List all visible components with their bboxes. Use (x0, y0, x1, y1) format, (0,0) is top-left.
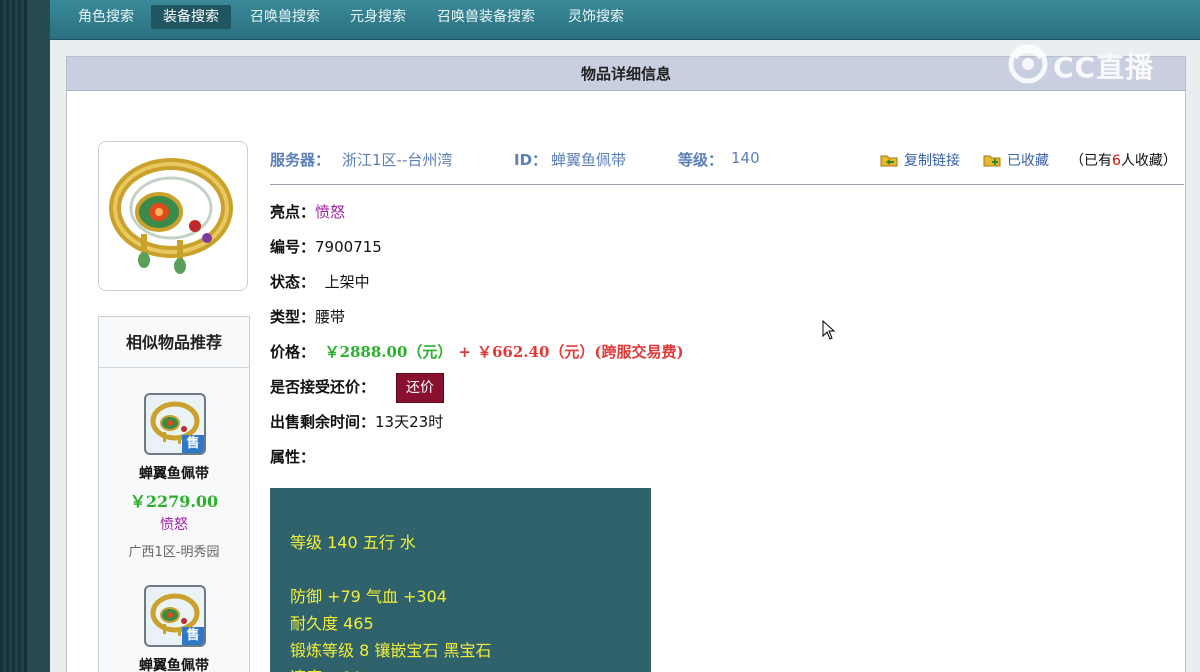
price-main: ￥2888.00（元） (324, 343, 453, 361)
attributes-label: 属性： (270, 448, 316, 466)
favorited-label: 已收藏 (1007, 153, 1049, 169)
status-value: 上架中 (324, 273, 370, 291)
attribute-line: 等级 140 五行 水 (290, 533, 416, 552)
id-label: ID： (514, 151, 548, 169)
price-cross-server-fee: ￥662.40（元）(跨服交易费) (477, 343, 684, 361)
nav-item-lingshi-search[interactable]: 灵饰搜索 (556, 5, 636, 29)
type-row: 类型：腰带 (270, 306, 345, 327)
haggle-label: 是否接受还价： (270, 378, 376, 396)
item-info-bar: 服务器： 浙江1区--台州湾 ID： 蝉翼鱼佩带 等级： 140 复制链接 已收… (270, 141, 1184, 185)
similar-item-thumbnail[interactable]: 售 (144, 393, 206, 455)
attribute-line: 锻炼等级 8 镶嵌宝石 黑宝石 (290, 641, 492, 660)
similar-item-highlight: 愤怒 (160, 517, 188, 533)
haggle-row: 是否接受还价： (270, 376, 375, 397)
nav-item-role-search[interactable]: 角色搜索 (66, 5, 146, 29)
serial-value: 7900715 (315, 238, 382, 256)
attributes-row: 属性： (270, 446, 315, 467)
similar-item-server: 广西1区-明秀园 (128, 545, 220, 560)
favorite-count-suffix: 人收藏） (1120, 153, 1177, 169)
left-rail (0, 0, 50, 672)
server-label: 服务器： (270, 151, 331, 169)
sale-badge: 售 (182, 435, 204, 453)
nav-item-summon-equipment-search[interactable]: 召唤兽装备搜索 (425, 5, 547, 29)
nav-item-summon-search[interactable]: 召唤兽搜索 (238, 5, 332, 29)
folder-add-icon (983, 155, 1001, 167)
level-label: 等级： (678, 151, 724, 169)
highlight-label: 亮点： (270, 203, 316, 221)
cc-live-watermark: CC直播 (1005, 40, 1165, 86)
item-image (98, 141, 248, 291)
favorite-count-number: 6 (1112, 153, 1121, 169)
attribute-line: 耐久度 465 (290, 614, 374, 633)
type-label: 类型： (270, 308, 316, 326)
attribute-line: 防御 +79 气血 +304 (290, 587, 447, 606)
similar-item-price: ￥2279.00 (129, 492, 219, 511)
remaining-time-label: 出售剩余时间： (270, 413, 376, 431)
copy-link-button[interactable]: 复制链接 (880, 150, 960, 170)
similar-item-thumbnail[interactable]: 售 (144, 585, 206, 647)
similar-item-name[interactable]: 蝉翼鱼佩带 (99, 463, 249, 483)
price-plus: + (458, 343, 471, 361)
price-row: 价格： ￥2888.00（元） + ￥662.40（元）(跨服交易费) (270, 341, 684, 362)
watermark-text: CC直播 (1053, 51, 1155, 84)
favorited-button[interactable]: 已收藏 (983, 150, 1049, 170)
top-navigation: 角色搜索 装备搜索 召唤兽搜索 元身搜索 召唤兽装备搜索 灵饰搜索 (50, 0, 1200, 40)
attribute-line: 速度 +64 (290, 664, 361, 672)
haggle-button[interactable]: 还价 (396, 373, 444, 403)
folder-link-icon (880, 155, 898, 167)
status-label: 状态： (270, 273, 316, 291)
highlight-value: 愤怒 (315, 203, 346, 221)
serial-row: 编号：7900715 (270, 236, 382, 257)
nav-item-equipment-search[interactable]: 装备搜索 (151, 5, 231, 29)
cc-logo-icon (1008, 44, 1048, 84)
attributes-box: 等级 140 五行 水 防御 +79 气血 +304 耐久度 465 锻炼等级 … (270, 488, 651, 672)
id-value: 蝉翼鱼佩带 (551, 151, 627, 169)
similar-item-name[interactable]: 蝉翼鱼佩带 (99, 655, 249, 672)
type-value: 腰带 (315, 308, 346, 326)
favorite-count-prefix: （已有 (1070, 153, 1112, 169)
nav-item-yuanshen-search[interactable]: 元身搜索 (338, 5, 418, 29)
level-value: 140 (731, 149, 760, 167)
highlight-row: 亮点：愤怒 (270, 201, 345, 222)
price-label: 价格： (270, 343, 316, 361)
similar-items-title: 相似物品推荐 (99, 317, 249, 368)
copy-link-label: 复制链接 (904, 153, 960, 169)
similar-items-panel: 相似物品推荐 售 蝉翼鱼佩带 ￥2279.00 愤怒 广西1区-明秀园 售 蝉翼… (98, 316, 250, 672)
status-row: 状态： 上架中 (270, 271, 370, 292)
server-value: 浙江1区--台州湾 (342, 151, 453, 169)
serial-label: 编号： (270, 238, 316, 256)
remaining-time-value: 13天23时 (375, 413, 444, 431)
left-rail-inner (27, 0, 50, 672)
sale-badge: 售 (182, 627, 204, 645)
mouse-cursor-icon (822, 320, 836, 340)
remaining-time-row: 出售剩余时间：13天23时 (270, 411, 443, 432)
favorite-count: （已有6人收藏） (1070, 150, 1177, 170)
belt-ring-icon (109, 158, 233, 274)
